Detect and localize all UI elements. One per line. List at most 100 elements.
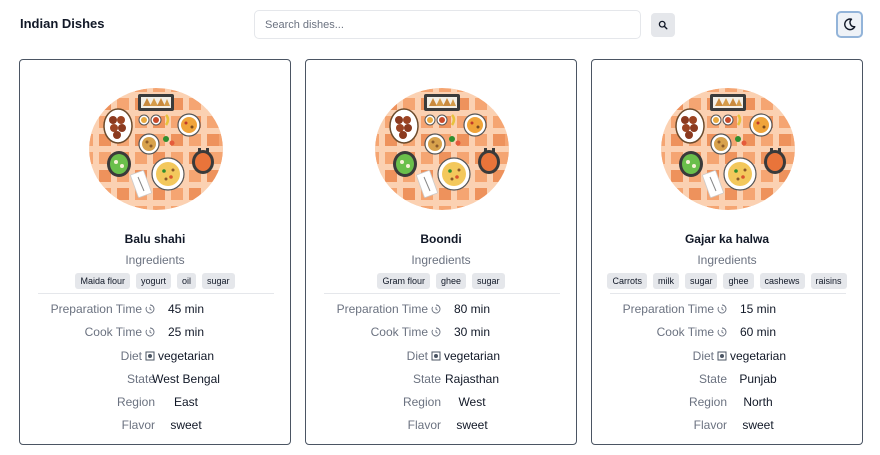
ingredient-tag: sugar <box>472 273 505 289</box>
veg-symbol-icon <box>717 351 727 361</box>
prep-time-value: 80 min <box>453 302 491 316</box>
dish-name: Boondi <box>420 232 462 246</box>
ingredients-heading: Ingredients <box>411 253 471 267</box>
cook-time-label: Cook Time <box>84 325 142 340</box>
flavor-value: sweet <box>742 418 774 433</box>
flavor-value: sweet <box>170 418 202 433</box>
detail-row-flavor: Flavor sweet <box>20 416 290 439</box>
moon-icon <box>844 18 856 31</box>
prep-time-label: Preparation Time <box>336 302 428 316</box>
thali-plate-illustration <box>375 88 509 210</box>
ingredient-tag: sugar <box>684 273 718 289</box>
ingredient-tag-list: Maida flour yogurt oil sugar <box>20 273 290 289</box>
region-label: Region <box>116 395 155 410</box>
diet-value: vegetarian <box>729 348 787 363</box>
detail-row-region: Region East <box>20 393 290 416</box>
detail-row-diet: Diet vegetarian <box>306 347 576 370</box>
detail-row-flavor: Flavor sweet <box>592 416 862 439</box>
ingredient-tag: ghee <box>723 273 754 289</box>
timer-icon <box>717 327 727 337</box>
app-title: Indian Dishes <box>20 16 105 31</box>
search-input[interactable] <box>254 10 641 39</box>
ingredient-tag: cashews <box>759 273 805 289</box>
detail-row-state: State West Bengal <box>20 370 290 393</box>
dish-details: Preparation Time 80 min Cook Time 30 min <box>306 300 576 440</box>
timer-icon <box>431 327 441 337</box>
state-label: State <box>412 371 441 386</box>
detail-row-diet: Diet vegetarian <box>20 347 290 370</box>
flavor-label: Flavor <box>121 418 155 433</box>
detail-row-region: Region North <box>592 393 862 416</box>
diet-value: vegetarian <box>157 348 215 363</box>
diet-label: Diet <box>406 348 428 363</box>
cook-time-label: Cook Time <box>370 325 428 340</box>
diet-label: Diet <box>120 348 142 363</box>
dish-card[interactable]: Gajar ka halwa Ingredients Carrots milk su… <box>591 59 863 445</box>
region-value: North <box>743 395 773 410</box>
thali-plate-illustration <box>89 88 223 210</box>
ingredient-tag: Maida flour <box>75 273 130 289</box>
region-label: Region <box>688 395 727 410</box>
detail-row-prep-time: Preparation Time 45 min <box>20 300 290 323</box>
region-label: Region <box>402 395 441 410</box>
dish-details: Preparation Time 45 min Cook Time 25 min <box>20 300 290 440</box>
state-value: West Bengal <box>152 371 220 386</box>
ingredient-tag: sugar <box>202 273 235 289</box>
region-value: East <box>173 395 199 410</box>
divider <box>324 293 560 294</box>
veg-symbol-icon <box>145 351 155 361</box>
ingredient-tag: raisins <box>810 273 847 289</box>
prep-time-value: 15 min <box>739 302 777 316</box>
flavor-value: sweet <box>456 418 488 433</box>
ingredient-tag-list: Carrots milk sugar ghee cashews raisins <box>592 273 862 289</box>
ingredient-tag-list: Gram flour ghee sugar <box>306 273 576 289</box>
dish-card[interactable]: Boondi Ingredients Gram flour ghee sugar P… <box>305 59 577 445</box>
cook-time-value: 30 min <box>453 325 491 340</box>
ingredient-tag: Gram flour <box>377 273 430 289</box>
flavor-label: Flavor <box>407 418 441 433</box>
detail-row-state: State Punjab <box>592 370 862 393</box>
detail-row-region: Region West <box>306 393 576 416</box>
detail-row-diet: Diet vegetarian <box>592 347 862 370</box>
detail-row-flavor: Flavor sweet <box>306 416 576 439</box>
diet-label: Diet <box>692 348 714 363</box>
prep-time-label: Preparation Time <box>622 302 714 316</box>
detail-row-state: State Rajasthan <box>306 370 576 393</box>
region-value: West <box>458 395 486 410</box>
divider <box>610 293 846 294</box>
timer-icon <box>717 304 727 314</box>
timer-icon <box>145 327 155 337</box>
flavor-label: Flavor <box>693 418 727 433</box>
state-label: State <box>698 371 727 386</box>
search-button[interactable] <box>651 13 675 37</box>
prep-time-value: 45 min <box>167 302 205 316</box>
dish-card[interactable]: Balu shahi Ingredients Maida flour yogurt… <box>19 59 291 445</box>
state-value: Punjab <box>739 371 777 386</box>
detail-row-cook-time: Cook Time 60 min <box>592 323 862 346</box>
detail-row-prep-time: Preparation Time 80 min <box>306 300 576 323</box>
divider <box>38 293 274 294</box>
timer-icon <box>431 304 441 314</box>
theme-toggle-button[interactable] <box>836 11 863 38</box>
veg-symbol-icon <box>431 351 441 361</box>
ingredient-tag: yogurt <box>135 273 171 289</box>
cook-time-value: 60 min <box>739 325 777 340</box>
dish-name: Gajar ka halwa <box>684 232 770 246</box>
thali-plate-illustration <box>661 88 795 210</box>
state-label: State <box>126 371 155 386</box>
ingredient-tag: milk <box>652 273 679 289</box>
ingredient-tag: ghee <box>435 273 467 289</box>
timer-icon <box>145 304 155 314</box>
cook-time-label: Cook Time <box>656 325 714 340</box>
diet-value: vegetarian <box>443 348 501 363</box>
ingredients-heading: Ingredients <box>125 253 185 267</box>
dish-name: Balu shahi <box>124 232 186 246</box>
cook-time-value: 25 min <box>167 325 205 340</box>
dish-details: Preparation Time 15 min Cook Time 60 min <box>592 300 862 440</box>
search-icon <box>658 20 668 30</box>
prep-time-label: Preparation Time <box>50 302 142 316</box>
ingredient-tag: Carrots <box>607 273 647 289</box>
ingredients-heading: Ingredients <box>697 253 757 267</box>
ingredient-tag: oil <box>177 273 197 289</box>
app-header: Indian Dishes <box>0 0 880 50</box>
